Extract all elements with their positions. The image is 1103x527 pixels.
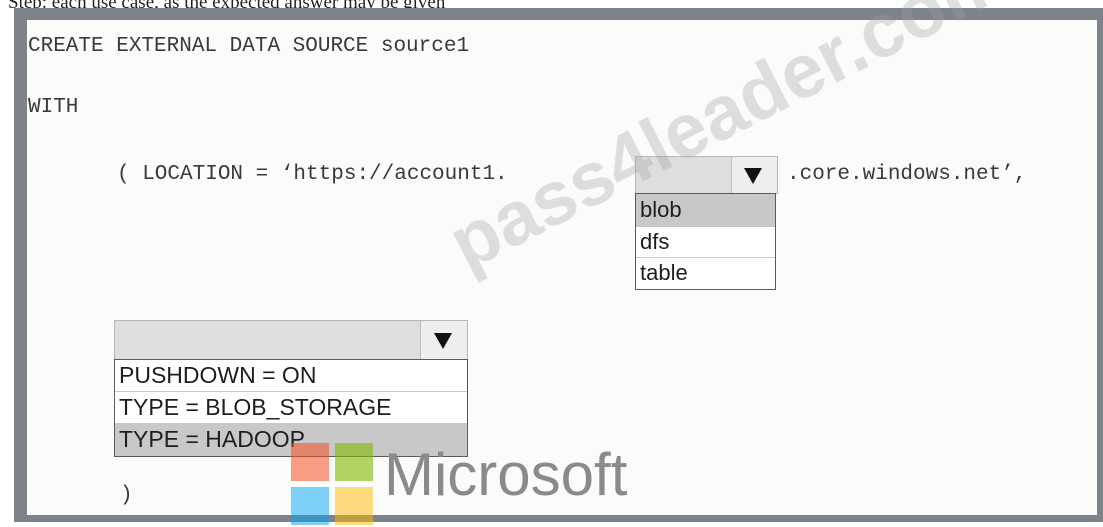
location-options-list: blob dfs table xyxy=(635,193,776,290)
code-line-create: CREATE EXTERNAL DATA SOURCE source1 xyxy=(28,35,470,58)
location-option-table[interactable]: table xyxy=(636,258,775,289)
type-option-pushdown-on[interactable]: PUSHDOWN = ON xyxy=(115,360,467,392)
type-option-blob-storage[interactable]: TYPE = BLOB_STORAGE xyxy=(115,392,467,424)
chevron-down-icon xyxy=(434,333,452,349)
top-caption: Step: each use case, as the expected ans… xyxy=(8,0,1098,8)
chevron-down-icon xyxy=(744,168,762,184)
microsoft-logo-icon xyxy=(291,443,375,527)
type-option-dropdown[interactable] xyxy=(114,320,468,361)
type-dropdown-button[interactable] xyxy=(420,321,467,360)
location-dropdown-button[interactable] xyxy=(731,157,777,193)
location-option-blob[interactable]: blob xyxy=(636,194,775,227)
code-line-location-suffix: .core.windows.net’, xyxy=(787,163,1027,186)
location-option-dfs[interactable]: dfs xyxy=(636,227,775,258)
code-line-closing: ) xyxy=(120,484,133,507)
code-line-with: WITH xyxy=(28,96,79,119)
microsoft-logo-text: Microsoft xyxy=(384,441,628,508)
code-line-location-prefix: ( LOCATION = ‘https://account1. xyxy=(117,163,508,186)
